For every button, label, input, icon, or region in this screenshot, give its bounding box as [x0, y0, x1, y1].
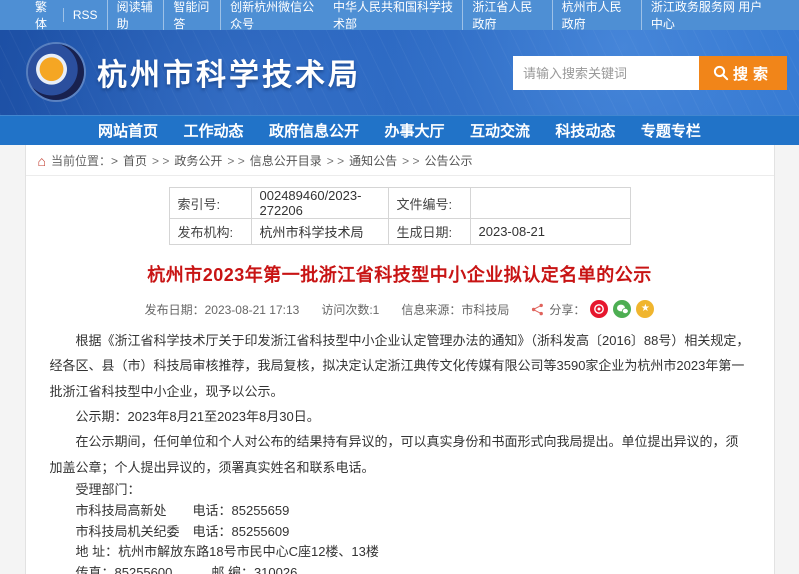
breadcrumb-separator: > > [402, 154, 419, 168]
breadcrumb-item-gov-affairs[interactable]: 政务公开 [174, 152, 222, 169]
visit-count: 访问次数:1 [321, 301, 379, 318]
nav-work-news[interactable]: 工作动态 [183, 120, 243, 141]
created-date-label: 生成日期: [388, 219, 470, 245]
breadcrumb: ⌂ 当前位置：> 首页 > > 政务公开 > > 信息公开目录 > > 通知公告… [26, 145, 774, 176]
article-body: 根据《浙江省科学技术厅关于印发浙江省科技型中小企业认定管理办法的通知》（浙科发高… [50, 328, 750, 574]
wechat-icon[interactable] [613, 300, 631, 318]
breadcrumb-item-notices[interactable]: 通知公告 [349, 152, 397, 169]
qzone-icon[interactable]: ★ [636, 300, 654, 318]
site-title: 杭州市科学技术局 [97, 50, 361, 94]
share-label: 分享： [549, 301, 585, 318]
topbar-link-rss[interactable]: RSS [63, 8, 107, 22]
breadcrumb-separator: > > [152, 154, 169, 168]
publish-date: 发布日期：2023-08-21 17:13 [145, 301, 300, 318]
breadcrumb-label: 当前位置：> [51, 152, 118, 169]
nav-home[interactable]: 网站首页 [98, 120, 158, 141]
nav-gov-info[interactable]: 政府信息公开 [269, 120, 359, 141]
publisher-label: 发布机构: [169, 219, 251, 245]
topbar-right-links: 中华人民共和国科学技术部 浙江省人民政府 杭州市人民政府 浙江政务服务网 用户中… [324, 0, 773, 32]
table-row: 发布机构: 杭州市科学技术局 生成日期: 2023-08-21 [169, 219, 630, 245]
doc-number-label: 文件编号: [388, 188, 470, 219]
site-header: 杭州市科学技术局 搜索 [0, 30, 799, 115]
paragraph-publicity-period: 公示期：2023年8月21至2023年8月30日。 [50, 404, 750, 429]
search-icon [713, 65, 729, 81]
share-icon [531, 303, 544, 316]
article-meta: 发布日期：2023-08-21 17:13 访问次数:1 信息来源：市科技局 分… [26, 300, 774, 318]
topbar-link-wechat-account[interactable]: 创新杭州微信公众号 [220, 0, 324, 32]
weibo-eye-glyph [593, 303, 605, 315]
paragraph-objection: 在公示期间，任何单位和个人对公布的结果持有异议的，可以真实身份和书面形式向我局提… [50, 429, 750, 480]
info-source: 信息来源：市科技局 [401, 301, 509, 318]
table-row: 索引号: 002489460/2023-272206 文件编号: [169, 188, 630, 219]
topbar-link-traditional[interactable]: 繁体 [26, 0, 63, 32]
topbar-link-hangzhou-gov[interactable]: 杭州市人民政府 [552, 0, 641, 32]
content-card: ⌂ 当前位置：> 首页 > > 政务公开 > > 信息公开目录 > > 通知公告… [25, 145, 775, 574]
breadcrumb-item-info-directory[interactable]: 信息公开目录 [250, 152, 322, 169]
nav-interaction[interactable]: 互动交流 [470, 120, 530, 141]
paragraph-address: 地 址：杭州市解放东路18号市民中心C座12楼、13楼 [50, 542, 750, 563]
breadcrumb-item-announcements[interactable]: 公告公示 [424, 152, 472, 169]
weibo-icon[interactable] [590, 300, 608, 318]
home-icon: ⌂ [38, 154, 46, 168]
topbar-left-links: 繁体 RSS 阅读辅助 智能问答 创新杭州微信公众号 [26, 0, 324, 32]
paragraph-fax-zipcode: 传真：85255600 邮 编：310026 [50, 563, 750, 574]
search-button-label: 搜索 [733, 63, 773, 84]
search-button[interactable]: 搜索 [699, 56, 787, 90]
topbar-link-zjzwfw-user-center[interactable]: 浙江政务服务网 用户中心 [641, 0, 773, 32]
search-input[interactable] [513, 56, 699, 90]
doc-info-table: 索引号: 002489460/2023-272206 文件编号: 发布机构: 杭… [169, 187, 631, 245]
topbar-link-zhejiang-gov[interactable]: 浙江省人民政府 [462, 0, 551, 32]
nav-tech-news[interactable]: 科技动态 [555, 120, 615, 141]
paragraph-basis: 根据《浙江省科学技术厅关于印发浙江省科技型中小企业认定管理办法的通知》（浙科发高… [50, 328, 750, 404]
topbar-link-reading-aid[interactable]: 阅读辅助 [107, 0, 164, 32]
share-group: 分享： ★ [531, 300, 654, 318]
site-logo[interactable] [28, 44, 84, 100]
utility-topbar: 繁体 RSS 阅读辅助 智能问答 创新杭州微信公众号 中华人民共和国科学技术部 … [0, 0, 799, 30]
nav-service-hall[interactable]: 办事大厅 [384, 120, 444, 141]
index-number-label: 索引号: [169, 188, 251, 219]
created-date-value: 2023-08-21 [470, 219, 630, 245]
publisher-value: 杭州市科学技术局 [251, 219, 388, 245]
article-title: 杭州市2023年第一批浙江省科技型中小企业拟认定名单的公示 [56, 261, 744, 287]
paragraph-discipline-committee-phone: 市科技局机关纪委 电话：85255609 [50, 522, 750, 543]
breadcrumb-item-home[interactable]: 首页 [123, 152, 147, 169]
topbar-link-smart-qa[interactable]: 智能问答 [163, 0, 220, 32]
doc-number-value [470, 188, 630, 219]
index-number-value: 002489460/2023-272206 [251, 188, 388, 219]
wechat-bubbles-glyph [616, 303, 629, 315]
paragraph-hightech-division-phone: 市科技局高新处 电话：85255659 [50, 501, 750, 522]
topbar-link-most[interactable]: 中华人民共和国科学技术部 [324, 0, 462, 32]
paragraph-accepting-department: 受理部门： [50, 480, 750, 501]
breadcrumb-separator: > > [227, 154, 244, 168]
main-nav: 网站首页 工作动态 政府信息公开 办事大厅 互动交流 科技动态 专题专栏 [0, 115, 799, 145]
brand: 杭州市科学技术局 [28, 44, 361, 100]
breadcrumb-separator: > > [327, 154, 344, 168]
search-bar: 搜索 [513, 56, 787, 90]
nav-special-topics[interactable]: 专题专栏 [641, 120, 701, 141]
